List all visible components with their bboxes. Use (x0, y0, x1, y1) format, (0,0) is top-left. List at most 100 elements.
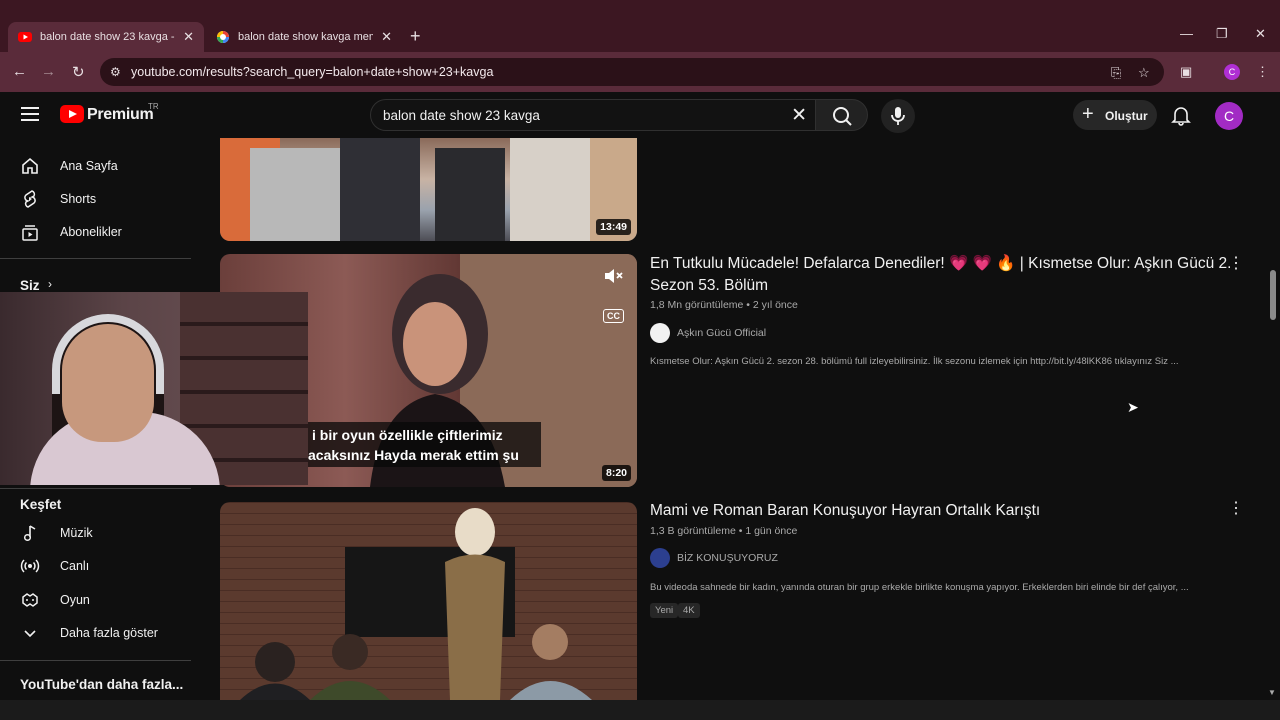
tab-title: balon date show 23 kavga - You (40, 31, 175, 43)
browser-tab-strip: balon date show 23 kavga - You ✕ balon d… (0, 0, 1280, 52)
home-icon (22, 157, 38, 174)
caption-overlay: i bir oyun özellikle çiftlerimiz acaksın… (306, 422, 541, 467)
you-heading: Siz (20, 278, 40, 293)
more-from-youtube-heading: YouTube'dan daha fazla... (20, 677, 184, 692)
reload-icon[interactable]: ↻ (72, 63, 85, 81)
channel-link[interactable]: BİZ KONUŞUYORUZ (650, 548, 778, 568)
search-input[interactable]: balon date show 23 kavga ✕ (370, 99, 816, 131)
close-window-icon[interactable]: ✕ (1255, 26, 1266, 42)
channel-avatar[interactable] (650, 548, 670, 568)
sidebar-item-label: Daha fazla göster (60, 626, 158, 640)
voice-search-button[interactable] (881, 99, 915, 133)
minimize-icon[interactable]: — (1180, 26, 1193, 41)
scrollbar-thumb[interactable] (1270, 270, 1276, 320)
country-code: TR (148, 102, 159, 111)
youtube-logo-icon[interactable] (60, 105, 84, 123)
video-title-line: En Tutkulu Mücadele! Defalarca Denediler… (650, 255, 1232, 272)
new-badge: Yeni (650, 603, 679, 618)
sidebar-item-subscriptions[interactable]: Abonelikler (0, 216, 200, 248)
mute-icon[interactable] (603, 267, 625, 285)
browser-profile-avatar[interactable]: C (1224, 64, 1240, 80)
sidebar-item-label: Ana Sayfa (60, 159, 118, 173)
sidebar-item-live[interactable]: Canlı (0, 550, 200, 582)
search-query: balon date show 23 kavga (383, 108, 540, 123)
close-tab-icon[interactable]: ✕ (381, 29, 392, 45)
menu-icon[interactable] (21, 107, 39, 121)
plus-icon: + (1082, 103, 1094, 125)
view-count: 1,3 B görüntüleme (650, 525, 736, 537)
sidebar-item-shorts[interactable]: Shorts (0, 183, 200, 215)
site-info-icon[interactable]: ⚙ (110, 65, 121, 79)
webcam-overlay (0, 292, 308, 485)
video-description: Bu videoda sahnede bir kadın, yanında ot… (650, 582, 1189, 593)
page-scrollbar[interactable] (1266, 92, 1280, 700)
sidebar-divider (0, 258, 191, 259)
thumbnail-scene (220, 138, 637, 241)
4k-badge: 4K (678, 603, 700, 618)
sidebar-item-label: Canlı (60, 559, 90, 573)
closed-captions-icon[interactable]: CC (603, 309, 624, 323)
tab-title: balon date show kavga meme (238, 31, 374, 43)
youtube-favicon-icon (18, 32, 32, 42)
video-meta: 1,3 B görüntüleme • 1 gün önce (650, 525, 798, 537)
youtube-header: Premium TR balon date show 23 kavga ✕ + … (0, 92, 1280, 138)
bookmark-star-icon[interactable]: ☆ (1138, 65, 1150, 81)
search-button[interactable] (815, 99, 868, 131)
channel-name[interactable]: BİZ KONUŞUYORUZ (677, 552, 778, 564)
sidebar-show-more[interactable]: Daha fazla göster (0, 617, 200, 649)
sidebar-item-label: Oyun (60, 593, 90, 607)
search-icon (833, 107, 852, 126)
taskbar (0, 700, 1280, 720)
subscriptions-icon (22, 225, 38, 241)
sidebar-item-label: Abonelikler (60, 225, 122, 239)
channel-avatar[interactable] (650, 323, 670, 343)
video-thumbnail[interactable] (220, 502, 637, 700)
sidebar-divider (0, 660, 191, 661)
channel-name[interactable]: Aşkın Gücü Official (677, 327, 766, 339)
caption-line: i bir oyun özellikle çiftlerimiz (312, 427, 503, 443)
upload-age: 2 yıl önce (752, 299, 798, 311)
sidebar-item-label: Shorts (60, 192, 97, 206)
sidebar-item-gaming[interactable]: Oyun (0, 584, 200, 616)
forward-icon[interactable]: → (41, 63, 56, 80)
restore-icon[interactable]: ❐ (1216, 26, 1228, 42)
channel-link[interactable]: Aşkın Gücü Official (650, 323, 766, 343)
clear-search-icon[interactable]: ✕ (791, 104, 807, 127)
microphone-icon (891, 107, 905, 125)
close-tab-icon[interactable]: ✕ (183, 29, 194, 45)
account-avatar[interactable]: C (1215, 102, 1243, 130)
scroll-down-arrow-icon[interactable]: ▼ (1268, 688, 1276, 697)
explore-heading: Keşfet (20, 497, 62, 512)
shorts-icon (24, 190, 36, 208)
more-actions-icon[interactable]: ⋮ (1228, 253, 1244, 273)
video-description: Kısmetse Olur: Aşkın Gücü 2. sezon 28. b… (650, 356, 1179, 367)
thumbnail-scene (240, 508, 592, 700)
tab-search-icon[interactable]: ▣ (1180, 64, 1192, 80)
create-label: Oluştur (1105, 109, 1148, 123)
chevron-down-icon (24, 630, 36, 638)
video-duration: 8:20 (601, 465, 631, 481)
sidebar-item-label: Müzik (60, 526, 93, 540)
new-tab-icon[interactable]: + (410, 26, 421, 47)
address-bar[interactable]: ⚙ youtube.com/results?search_query=balon… (100, 58, 1164, 86)
sidebar-item-music[interactable]: Müzik (0, 517, 200, 549)
tab-youtube[interactable]: balon date show 23 kavga - You ✕ (8, 22, 204, 52)
video-thumbnail[interactable]: 13:49 (220, 138, 637, 241)
create-button[interactable]: + Oluştur (1073, 100, 1157, 130)
headset-icon (52, 314, 164, 394)
logo-text[interactable]: Premium (87, 106, 154, 124)
sidebar-item-home[interactable]: Ana Sayfa (0, 150, 200, 182)
tab-google[interactable]: balon date show kavga meme ✕ (206, 22, 402, 52)
install-app-icon[interactable]: ⎘ (1111, 65, 1121, 81)
video-title[interactable]: En Tutkulu Mücadele! Defalarca Denediler… (650, 253, 1232, 297)
notifications-bell-icon[interactable] (1170, 104, 1192, 126)
video-meta: 1,8 Mn görüntüleme • 2 yıl önce (650, 299, 798, 311)
browser-menu-icon[interactable]: ⋮ (1256, 64, 1269, 80)
music-icon (23, 525, 36, 542)
back-icon[interactable]: ← (12, 63, 27, 80)
gaming-icon (22, 593, 38, 607)
view-count: 1,8 Mn görüntüleme (650, 299, 744, 311)
video-title[interactable]: Mami ve Roman Baran Konuşuyor Hayran Ort… (650, 500, 1040, 522)
more-actions-icon[interactable]: ⋮ (1228, 498, 1244, 518)
url-text: youtube.com/results?search_query=balon+d… (131, 65, 494, 79)
